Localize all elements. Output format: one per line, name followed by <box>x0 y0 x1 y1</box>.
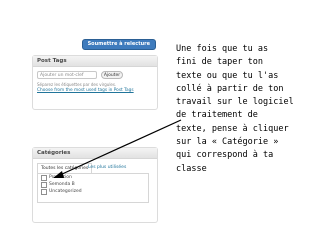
tag-hint: Séparez les étiquettes par des virgules. <box>37 82 117 87</box>
choose-most-used-tags-link[interactable]: Choose from the most used tags in Post T… <box>37 88 149 94</box>
category-item[interactable]: Uncategorized <box>38 188 148 195</box>
post-tags-title: Post Tags <box>33 56 157 67</box>
category-checklist: Promotion Semonda B Uncategorized <box>37 173 149 203</box>
category-checkbox[interactable] <box>41 189 47 195</box>
categories-box: Catégories Toutes les catégories Les plu… <box>32 147 158 223</box>
add-tag-button[interactable]: Ajouter <box>101 71 123 79</box>
category-item[interactable]: Promotion <box>38 174 148 181</box>
category-item[interactable]: Semonda B <box>38 181 148 188</box>
submit-for-review-button[interactable]: Soumettre à relecture <box>81 39 156 50</box>
publish-actions: Soumettre à relecture <box>32 35 158 51</box>
category-label: Uncategorized <box>49 189 82 194</box>
instruction-note: Une fois que tu as fini de taper ton tex… <box>176 44 294 174</box>
wordpress-editor-screenshot: Soumettre à relecture Post Tags Ajouter … <box>32 35 158 223</box>
tag-input[interactable]: Ajouter un mot-clef <box>37 71 97 79</box>
post-tags-box: Post Tags Ajouter un mot-clef Ajouter Sé… <box>32 55 158 110</box>
category-label: Promotion <box>49 175 72 180</box>
category-label: Semonda B <box>49 182 75 187</box>
tab-most-used[interactable]: Les plus utilisées <box>88 163 126 173</box>
categories-title: Catégories <box>33 148 157 159</box>
